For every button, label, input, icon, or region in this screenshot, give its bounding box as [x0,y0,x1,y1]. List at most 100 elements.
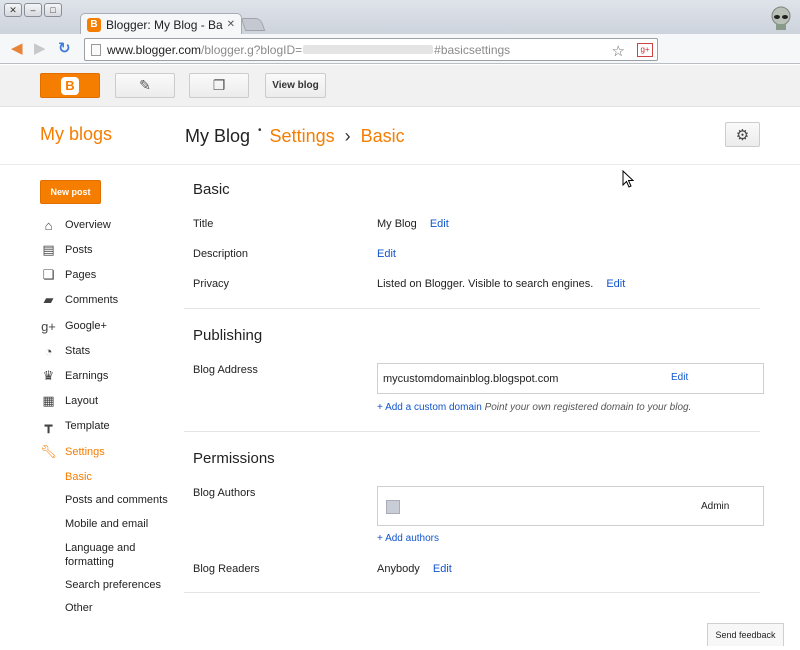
forward-arrow-icon[interactable]: ▶ [34,41,50,57]
sidebar-item-label: Layout [65,395,99,407]
settings-sub-posts-comments[interactable]: Posts and comments [65,493,168,507]
posts-icon: ▤ [42,242,55,257]
settings-sub-other[interactable]: Other [65,601,93,615]
settings-sub-basic[interactable]: Basic [65,470,92,484]
custom-domain-row: + Add a custom domain Point your own reg… [377,402,691,413]
breadcrumb-settings[interactable]: Settings [270,126,335,147]
paint-roller-icon: ┳ [44,418,53,433]
breadcrumb: My Blog • Settings › Basic [185,125,405,147]
blog-readers-value: Anybody [377,563,420,575]
section-divider [184,308,760,309]
blog-readers-label: Blog Readers [193,563,260,575]
sidebar-item-stats[interactable]: ◔ Stats [40,342,91,360]
blogger-logo-icon: B [61,76,79,95]
custom-domain-note: Point your own registered domain to your… [484,402,692,413]
title-value-row: My Blog Edit [377,218,449,230]
layout-icon: ▦ [42,393,55,408]
compose-button[interactable]: ✎ [115,73,175,98]
blog-readers-edit-link[interactable]: Edit [433,563,452,575]
title-label: Title [193,218,214,230]
blurred-blog-id [303,45,434,54]
posts-list-button[interactable]: ❐ [189,73,249,98]
breadcrumb-separator: › [344,126,351,146]
bookmark-star-icon[interactable]: ☆ [612,42,625,60]
blog-address-box: mycustomdomainblog.blogspot.com Edit [377,363,764,394]
breadcrumb-dot: • [258,125,262,136]
new-tab-button[interactable] [240,18,266,31]
address-bar[interactable]: www.blogger.com/blogger.g?blogID= #basics… [84,38,658,61]
window-maximize-button[interactable]: □ [44,3,62,17]
blogger-home-button[interactable]: B [40,73,100,98]
section-divider [184,592,760,593]
url-host: www.blogger.com [107,42,202,57]
send-feedback-button[interactable]: Send feedback [707,623,784,646]
title-edit-link[interactable]: Edit [430,218,449,230]
author-role: Admin [701,501,730,512]
description-label: Description [193,248,249,260]
add-authors-link[interactable]: + Add authors [377,533,439,544]
document-stack-icon: ❐ [212,77,226,93]
breadcrumb-basic: Basic [360,126,405,146]
pencil-icon: ✎ [139,77,151,93]
sidebar-item-earnings[interactable]: ♛ Earnings [40,367,109,385]
tab-close-icon[interactable]: ✕ [227,19,235,30]
sidebar-item-label: Settings [65,446,105,458]
privacy-value-row: Listed on Blogger. Visible to search eng… [377,278,625,290]
sidebar-item-overview[interactable]: ⌂ Overview [40,216,111,234]
blog-address-edit-link[interactable]: Edit [671,372,688,383]
comment-icon: ▰ [43,292,54,307]
window-close-button[interactable]: ✕ [4,3,22,17]
google-plus-extension-icon[interactable]: g+ [637,43,653,57]
new-post-button[interactable]: New post [40,180,101,204]
reload-icon[interactable]: ↻ [58,41,74,57]
url-hash: #basicsettings [434,42,511,57]
blogger-toolbar: B ✎ ❐ View blog [0,65,800,107]
window-controls: ✕ – □ [4,3,62,17]
sidebar-item-label: Earnings [65,370,109,382]
window-minimize-button[interactable]: – [24,3,42,17]
basic-heading: Basic [193,181,230,198]
gear-icon[interactable]: ⚙ [725,122,760,147]
url-path: /blogger.g?blogID= [201,42,303,57]
description-edit-link[interactable]: Edit [377,248,396,260]
privacy-edit-link[interactable]: Edit [606,278,625,290]
back-arrow-icon[interactable]: ◀ [11,41,27,57]
blog-authors-label: Blog Authors [193,487,256,499]
sidebar-item-label: Overview [65,219,111,231]
page-icon [91,43,101,56]
avatar [386,500,400,514]
sidebar-item-pages[interactable]: ❏ Pages [40,266,97,284]
settings-sub-language-formatting[interactable]: Language and formatting [65,541,155,569]
google-plus-icon: g+ [41,318,56,334]
browser-tab-active[interactable]: B Blogger: My Blog - Basic ✕ [80,13,242,35]
sidebar-item-posts[interactable]: ▤ Posts [40,241,92,259]
breadcrumb-blog-name[interactable]: My Blog [185,126,250,147]
section-divider [184,431,760,432]
permissions-heading: Permissions [193,450,275,467]
my-blogs-link[interactable]: My blogs [40,124,112,145]
sidebar-item-google-plus[interactable]: g+ Google+ [40,317,107,335]
pie-chart-icon: ◔ [44,343,53,359]
header-divider [0,164,800,165]
blog-readers-row: Anybody Edit [377,563,452,575]
trophy-icon: ♛ [42,368,55,383]
browser-titlebar: ✕ – □ B Blogger: My Blog - Basic ✕ [0,0,800,35]
sidebar-item-label: Stats [65,345,91,357]
sidebar-item-layout[interactable]: ▦ Layout [40,392,98,410]
settings-sub-search-preferences[interactable]: Search preferences [65,578,161,592]
view-blog-button[interactable]: View blog [265,73,326,98]
privacy-label: Privacy [193,278,230,290]
home-icon: ⌂ [44,217,53,233]
sidebar-item-label: Google+ [65,320,107,332]
sidebar-item-settings[interactable]: 🔧︎ Settings [40,443,105,461]
title-value: My Blog [377,218,417,230]
sidebar-item-comments[interactable]: ▰ Comments [40,291,119,309]
blog-address-label: Blog Address [193,364,258,376]
sidebar-item-label: Comments [65,294,119,306]
add-custom-domain-link[interactable]: + Add a custom domain [377,402,482,413]
settings-sub-mobile-email[interactable]: Mobile and email [65,517,148,531]
wrench-icon: 🔧︎ [40,444,57,459]
alien-profile-icon[interactable] [770,6,792,30]
sidebar-item-template[interactable]: ┳ Template [40,417,110,435]
blog-address-value: mycustomdomainblog.blogspot.com [383,373,559,385]
